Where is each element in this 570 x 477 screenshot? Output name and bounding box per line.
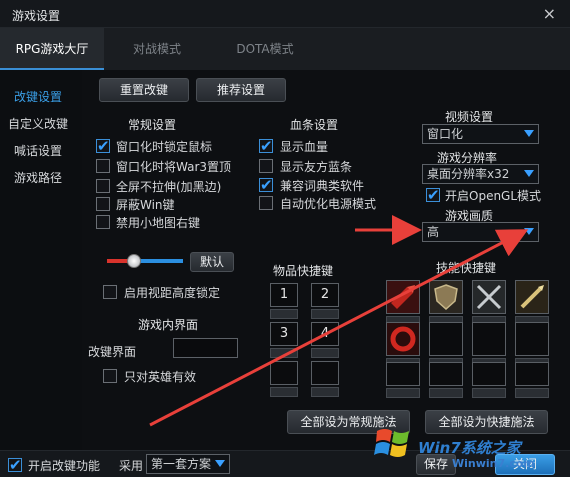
watermark-url: Winwin7.com <box>452 457 535 470</box>
use-label: 采用 <box>119 459 144 473</box>
chevron-down-icon <box>215 460 225 467</box>
enable-remap-label: 开启改键功能 <box>28 459 101 473</box>
windows-logo-icon <box>373 423 413 463</box>
save-button[interactable]: 保存 <box>416 454 456 475</box>
footer-bar: 开启改键功能 采用 第一套方案 Win7系统之家 保存 关闭 Winwin7.c… <box>0 429 570 477</box>
scheme-select[interactable]: 第一套方案 <box>146 454 230 474</box>
annotation-arrow-diagonal <box>149 229 529 427</box>
annotation-arrows <box>149 215 529 427</box>
scheme-value: 第一套方案 <box>151 457 212 471</box>
enable-remap-checkbox[interactable] <box>8 456 22 474</box>
